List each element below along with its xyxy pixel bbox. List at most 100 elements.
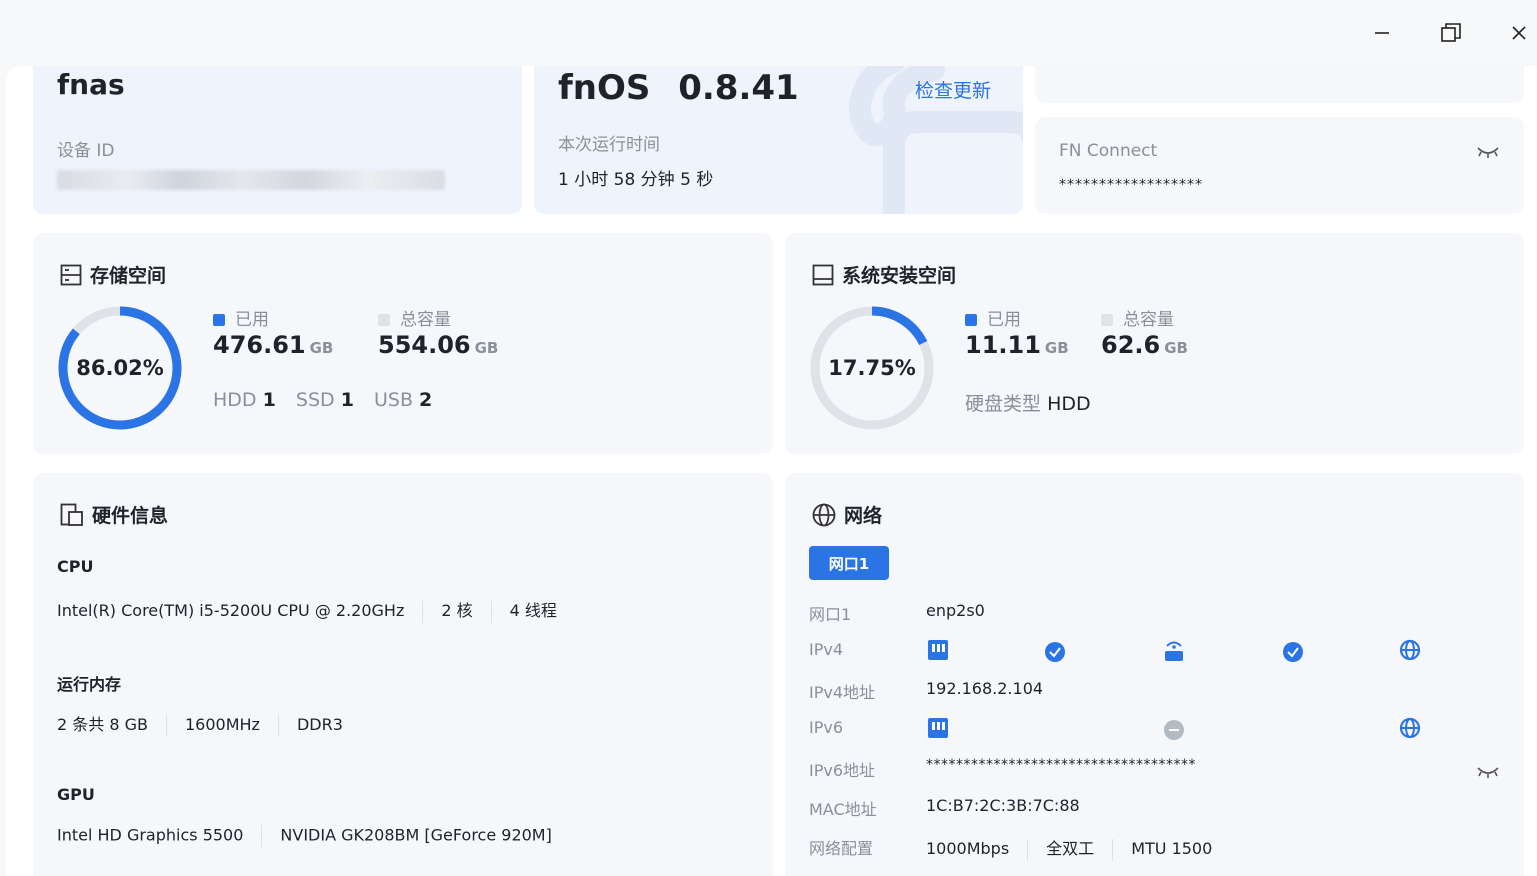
memory-info: 2 条共 8 GB 1600MHz DDR3 (57, 711, 343, 737)
ssd-label: SSD (295, 389, 335, 411)
disk-type: 硬盘类型 HDD (965, 389, 1091, 416)
uptime-value: 1 小时 58 分钟 5 秒 (558, 170, 714, 190)
system-install-card: 系统安装空间 17.75% 已用 11.11 GB 总容量 62.6 GB 硬盘类型… (785, 233, 1524, 454)
storage-used-unit: GB (309, 339, 334, 357)
os-name: fnOS (558, 68, 651, 108)
gpu-1: Intel HD Graphics 5500 (57, 825, 244, 845)
disk-counts: HDD 1 SSD 1 USB 2 (213, 389, 432, 411)
mac-value: 1C:B7:2C:3B:7C:88 (926, 796, 1080, 815)
ipv6-addr-value: ************************************ (926, 757, 1196, 773)
sys-install-title: 系统安装空间 (812, 261, 956, 288)
storage-used-value: 476.61 (213, 331, 306, 359)
os-version-line: fnOS 0.8.41 (558, 68, 799, 108)
config-value: 1000Mbps 全双工 MTU 1500 (926, 835, 1212, 861)
internet-globe-icon (1399, 639, 1421, 661)
ipv6-addr-label: IPv6地址 (809, 761, 876, 780)
cpu-info: Intel(R) Core(TM) i5-5200U CPU @ 2.20GHz… (57, 597, 557, 623)
sys-total-unit: GB (1164, 339, 1188, 357)
port-tab-1[interactable]: 网口1 (809, 546, 889, 580)
fn-connect-value: ****************** (1059, 177, 1203, 193)
title-bar (0, 0, 1537, 66)
nas-device-icon (928, 718, 948, 738)
sys-used-legend: 已用 (965, 305, 1021, 330)
sys-total: 62.6 GB (1101, 331, 1188, 359)
check-update-link[interactable]: 检查更新 (915, 76, 991, 103)
mem-type: DDR3 (296, 715, 343, 734)
storage-used: 476.61 GB (213, 331, 333, 359)
globe-icon (812, 503, 836, 526)
storage-total-legend: 总容量 (378, 305, 451, 330)
config-duplex: 全双工 (1046, 839, 1095, 858)
ssd-count: 1 (340, 389, 354, 411)
device-id-label: 设备 ID (57, 141, 115, 161)
device-card: fnas 设备 ID (33, 66, 522, 214)
router-icon (1165, 641, 1183, 661)
sys-total-value: 62.6 (1101, 331, 1161, 359)
nas-device-icon (928, 640, 948, 660)
eye-closed-icon[interactable] (1476, 144, 1500, 160)
sys-used-value: 11.11 (965, 331, 1041, 359)
storage-icon (60, 264, 82, 285)
disk-type-label: 硬盘类型 (965, 393, 1042, 415)
config-label: 网络配置 (809, 839, 874, 858)
close-button[interactable] (1499, 14, 1537, 52)
masked-top-value: °°°°°°°°°°°°°°° (1059, 66, 1179, 76)
storage-percent: 86.02% (76, 356, 164, 380)
gpu-label: GPU (57, 785, 95, 804)
main-content: fnas 设备 ID fnOS 0.8.41 检查更新 本次运行时间 1 小时 … (6, 66, 1537, 876)
ipv4-addr-label: IPv4地址 (809, 683, 876, 702)
device-id-value (57, 170, 445, 194)
usb-count: 2 (419, 389, 433, 411)
mem-freq: 1600MHz (185, 715, 260, 734)
hardware-title: 硬件信息 (60, 501, 168, 528)
network-title: 网络 (812, 501, 882, 528)
gpu-info: Intel HD Graphics 5500 NVIDIA GK208BM [Ge… (57, 825, 552, 847)
minimize-icon (1375, 32, 1389, 34)
storage-total-label: 总容量 (400, 310, 451, 330)
storage-used-legend: 已用 (213, 305, 269, 330)
used-legend-swatch (213, 314, 225, 326)
maximize-button[interactable] (1431, 14, 1471, 52)
config-mtu: MTU 1500 (1131, 839, 1213, 858)
os-version: 0.8.41 (678, 68, 799, 108)
network-title-text: 网络 (844, 505, 883, 527)
storage-title: 存储空间 (60, 261, 166, 288)
cpu-label: CPU (57, 557, 94, 576)
masked-device-id (57, 170, 445, 190)
system-card: fnOS 0.8.41 检查更新 本次运行时间 1 小时 58 分钟 5 秒 (534, 66, 1023, 214)
cpu-cores: 2 核 (441, 601, 473, 620)
mac-label: MAC地址 (809, 800, 877, 819)
gpu-2: NVIDIA GK208BM [GeForce 920M] (280, 825, 552, 845)
storage-total-value: 554.06 (378, 331, 471, 359)
network-card: 网络 (785, 473, 1524, 876)
ipv4-addr-value: 192.168.2.104 (926, 679, 1044, 698)
hdd-count: 1 (262, 389, 276, 411)
memory-label: 运行内存 (57, 675, 122, 694)
sys-used-swatch (965, 314, 977, 326)
sys-total-swatch (1101, 314, 1113, 326)
disk-type-value: HDD (1047, 393, 1091, 415)
mem-sticks: 2 条共 8 GB (57, 715, 148, 734)
ipv6-connection-chain (928, 717, 1421, 740)
storage-title-text: 存储空间 (90, 265, 167, 287)
hardware-card: 硬件信息 CPU Intel(R) Core(TM) i5-5200U CPU … (33, 473, 773, 876)
uptime-label: 本次运行时间 (558, 135, 660, 155)
sys-total-legend: 总容量 (1101, 305, 1174, 330)
sys-install-percent: 17.75% (828, 356, 916, 380)
ipv6-label: IPv6 (809, 718, 844, 737)
storage-total-unit: GB (474, 339, 499, 357)
minimize-button[interactable] (1362, 14, 1402, 52)
drive-icon (812, 264, 834, 285)
port-value: enp2s0 (926, 601, 985, 620)
sys-used-unit: GB (1044, 339, 1069, 357)
internet-globe-icon (1399, 717, 1421, 739)
cpu-model: Intel(R) Core(TM) i5-5200U CPU @ 2.20GHz (57, 601, 405, 620)
hdd-label: HDD (213, 389, 257, 411)
restore-icon (1441, 23, 1461, 42)
sys-used: 11.11 GB (965, 331, 1069, 359)
close-icon (1512, 26, 1526, 40)
ipv4-label: IPv4 (809, 640, 844, 659)
sys-install-title-text: 系统安装空间 (842, 265, 957, 287)
storage-total: 554.06 GB (378, 331, 498, 359)
eye-closed-icon[interactable] (1476, 764, 1500, 780)
